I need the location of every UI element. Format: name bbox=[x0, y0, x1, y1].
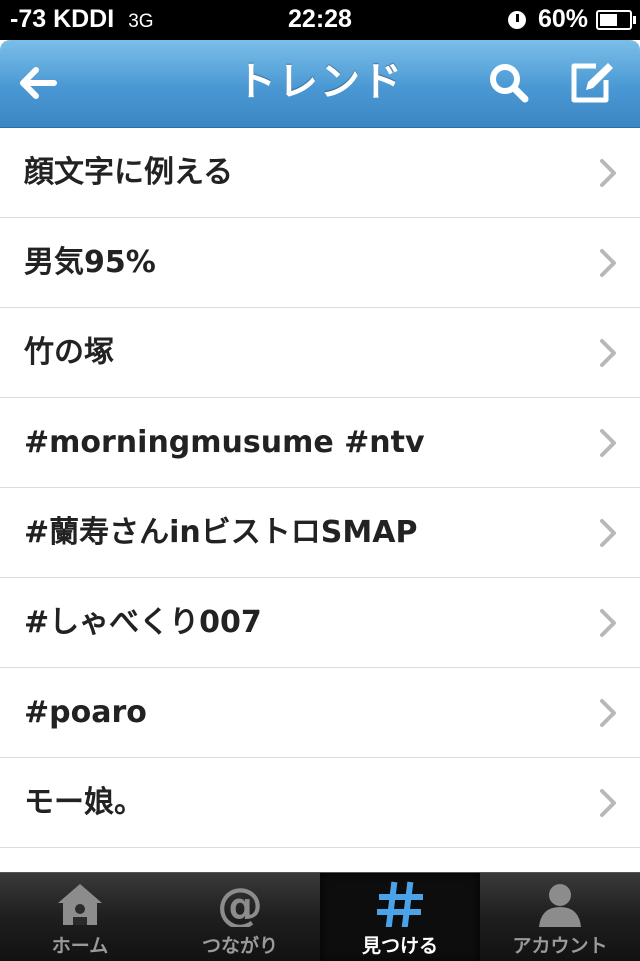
page-title: トレンド bbox=[236, 59, 404, 105]
chevron-right-icon bbox=[600, 249, 616, 277]
battery-fill bbox=[600, 13, 617, 26]
tab-discover-label: 見つける bbox=[361, 935, 438, 957]
trend-row[interactable]: #蘭寿さんinビストロSMAP bbox=[0, 488, 640, 578]
trend-row[interactable]: #morningmusume #ntv bbox=[0, 398, 640, 488]
trend-label: 男気95% bbox=[24, 245, 156, 280]
arrow-left-icon[interactable] bbox=[14, 58, 64, 108]
clock-icon bbox=[507, 10, 526, 29]
navigation-bar: トレンド bbox=[0, 40, 640, 128]
compose-icon[interactable] bbox=[566, 58, 616, 108]
trend-row[interactable]: 男気95% bbox=[0, 218, 640, 308]
trend-list: 顔文字に例える 男気95% 竹の塚 #morningmusume #ntv #蘭寿さんi… bbox=[0, 128, 640, 848]
search-icon[interactable] bbox=[484, 58, 534, 108]
tab-bar: ホーム @ つながり 見つける アカウント bbox=[0, 872, 640, 961]
trend-label: 顔文字に例える bbox=[24, 155, 234, 190]
tab-discover[interactable]: 見つける bbox=[320, 873, 480, 961]
trend-label: モー娘。 bbox=[24, 785, 144, 820]
tab-connect-label: つながり bbox=[201, 935, 278, 957]
trend-label: 竹の塚 bbox=[24, 335, 114, 370]
svg-text:@: @ bbox=[217, 881, 263, 927]
status-bar: -73 KDDI 3G 22:28 60% bbox=[0, 0, 640, 40]
at-icon: @ bbox=[217, 881, 263, 927]
chevron-right-icon bbox=[600, 429, 616, 457]
trend-row[interactable]: #poaro bbox=[0, 668, 640, 758]
trend-label: #morningmusume #ntv bbox=[24, 425, 425, 460]
trend-row[interactable]: #しゃべくり007 bbox=[0, 578, 640, 668]
trend-label: #しゃべくり007 bbox=[24, 605, 262, 640]
tab-home-label: ホーム bbox=[51, 935, 109, 957]
tab-connect[interactable]: @ つながり bbox=[160, 873, 320, 961]
chevron-right-icon bbox=[600, 339, 616, 367]
trend-label: #poaro bbox=[24, 695, 147, 730]
trend-row[interactable]: モー娘。 bbox=[0, 758, 640, 848]
person-icon bbox=[539, 884, 581, 927]
chevron-right-icon bbox=[600, 159, 616, 187]
chevron-right-icon bbox=[600, 609, 616, 637]
tab-account-label: アカウント bbox=[512, 935, 608, 957]
chevron-right-icon bbox=[600, 789, 616, 817]
battery-icon bbox=[596, 9, 636, 30]
status-right: 60% bbox=[507, 5, 636, 34]
hashtag-icon bbox=[377, 881, 423, 927]
trend-label: #蘭寿さんinビストロSMAP bbox=[24, 515, 418, 550]
home-icon bbox=[58, 884, 102, 925]
chevron-right-icon bbox=[600, 699, 616, 727]
battery-percent: 60% bbox=[537, 5, 588, 33]
tab-account[interactable]: アカウント bbox=[480, 873, 640, 961]
trend-row[interactable]: 竹の塚 bbox=[0, 308, 640, 398]
chevron-right-icon bbox=[600, 519, 616, 547]
trend-row[interactable]: 顔文字に例える bbox=[0, 128, 640, 218]
tab-home[interactable]: ホーム bbox=[0, 873, 160, 961]
